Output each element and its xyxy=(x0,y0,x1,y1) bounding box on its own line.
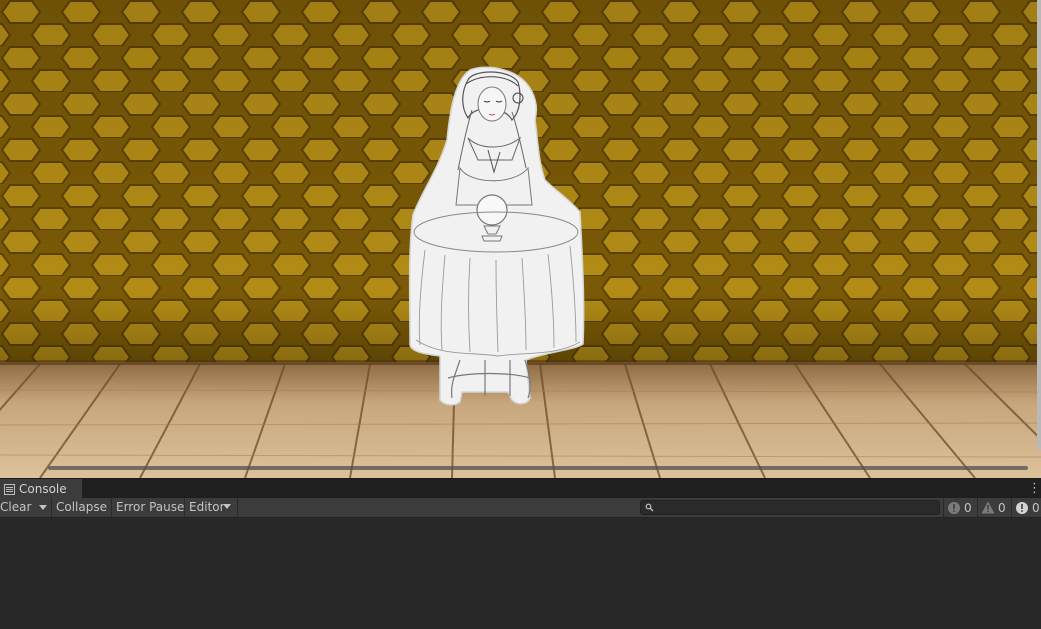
console-list-icon xyxy=(4,483,15,495)
console-panel: Console ⋮ Clear Collapse Error Pause Edi… xyxy=(0,478,1041,629)
error-count-toggle[interactable]: 0 xyxy=(1015,498,1041,517)
warning-icon xyxy=(981,501,995,514)
collapse-button-label: Collapse xyxy=(56,500,107,514)
clear-button-label: Clear xyxy=(0,500,32,514)
search-icon xyxy=(645,503,654,512)
tab-console-label: Console xyxy=(19,482,67,496)
error-pause-button[interactable]: Error Pause xyxy=(116,498,185,517)
editor-dropdown[interactable]: Editor xyxy=(189,498,237,517)
kebab-menu-icon[interactable]: ⋮ xyxy=(1028,479,1041,499)
game-view xyxy=(0,0,1041,478)
console-tab-bar: Console ⋮ xyxy=(0,478,1041,499)
error-count: 0 xyxy=(1032,500,1040,515)
error-pause-button-label: Error Pause xyxy=(116,500,185,514)
tab-console[interactable]: Console xyxy=(0,479,82,499)
clear-button[interactable]: Clear xyxy=(0,498,34,517)
chevron-down-icon xyxy=(39,505,47,510)
console-log-list[interactable] xyxy=(0,518,1041,629)
horizontal-scrollbar[interactable] xyxy=(48,466,1028,470)
collapse-button[interactable]: Collapse xyxy=(56,498,110,517)
info-count-toggle[interactable]: 0 xyxy=(947,498,977,517)
info-count: 0 xyxy=(964,500,972,515)
search-input[interactable] xyxy=(657,501,937,514)
warning-count: 0 xyxy=(998,500,1006,515)
error-icon xyxy=(1016,501,1028,514)
chevron-down-icon xyxy=(223,504,231,509)
clear-options-dropdown[interactable] xyxy=(34,498,51,517)
warning-count-toggle[interactable]: 0 xyxy=(981,498,1011,517)
search-field[interactable] xyxy=(640,500,940,515)
editor-dropdown-label: Editor xyxy=(189,500,225,514)
console-toolbar: Clear Collapse Error Pause Editor 0 0 0 xyxy=(0,498,1041,518)
scene xyxy=(0,0,1041,478)
info-icon xyxy=(948,501,960,514)
vertical-scrollbar[interactable] xyxy=(1037,0,1041,450)
